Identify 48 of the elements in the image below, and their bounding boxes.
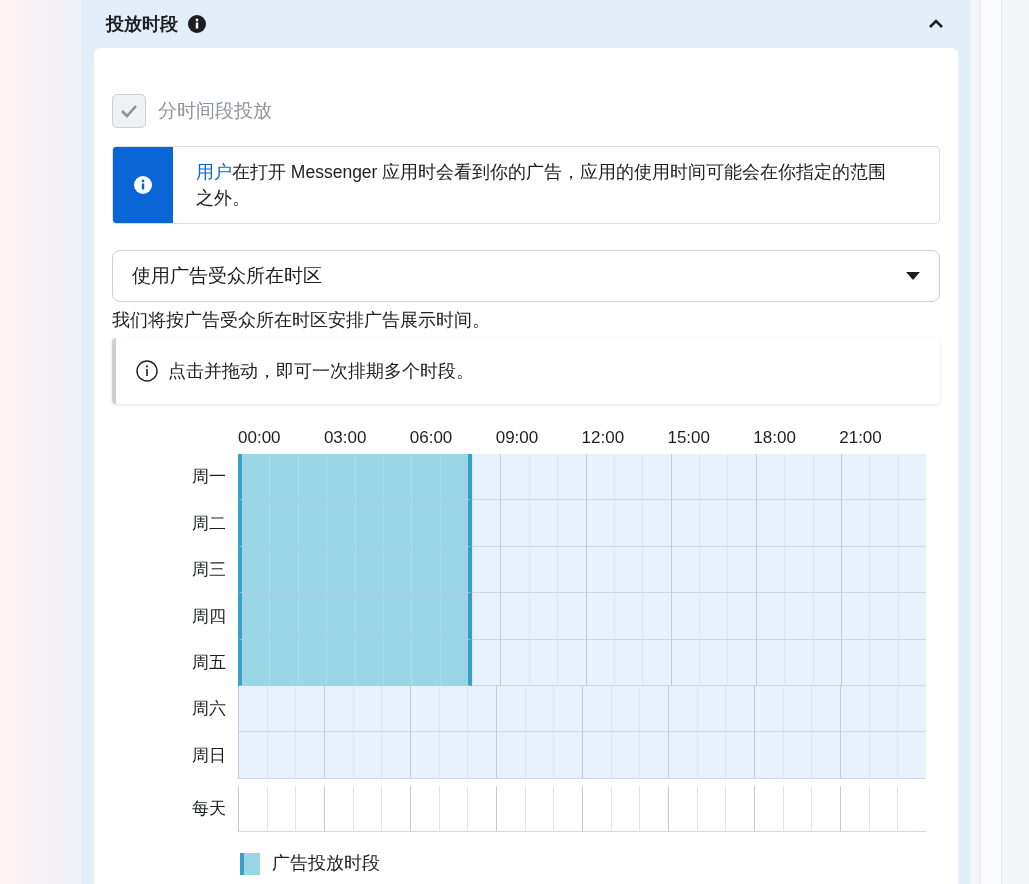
time-slot[interactable] (238, 454, 270, 501)
info-text: 用户在打开 Messenger 应用时会看到你的广告，应用的使用时间可能会在你指定的范围之外。 (195, 161, 888, 210)
time-slot[interactable] (238, 639, 270, 686)
hour-label: 12:00 (581, 428, 625, 448)
day-label: 周四 (192, 605, 226, 628)
time-slot[interactable] (238, 500, 270, 547)
section-title: 投放时段 (106, 12, 178, 36)
time-slot[interactable] (411, 639, 440, 686)
time-slot[interactable] (326, 639, 355, 686)
legend-swatch (240, 852, 260, 875)
day-label: 周五 (192, 652, 226, 674)
info-icon (134, 176, 152, 194)
info-icon (136, 360, 158, 382)
check-icon (120, 104, 138, 118)
hour-label: 00:00 (238, 428, 281, 448)
time-slot[interactable] (382, 454, 412, 501)
day-label: 每天 (192, 798, 226, 821)
legend-label: 广告投放时段 (272, 852, 380, 876)
info-icon[interactable] (188, 15, 206, 33)
day-label: 周日 (192, 744, 226, 767)
hour-label: 15:00 (667, 428, 710, 448)
time-slot[interactable] (297, 454, 327, 501)
time-slot[interactable] (269, 454, 298, 501)
time-slot[interactable] (439, 593, 472, 640)
timezone-dropdown[interactable]: 使用广告受众所在时区 (112, 250, 940, 302)
time-slot[interactable] (439, 639, 472, 686)
caret-icon (906, 272, 920, 280)
hour-label: 03:00 (323, 428, 367, 448)
day-label: 周三 (192, 559, 226, 582)
time-slot[interactable] (411, 454, 440, 501)
hour-label: 21:00 (839, 428, 882, 448)
time-slot[interactable] (326, 454, 355, 501)
timezone-note: 我们将按广告受众所在时区安排广告展示时间。 (112, 309, 491, 332)
day-label: 周二 (192, 512, 226, 535)
collapse-icon[interactable] (928, 19, 944, 29)
time-slot[interactable] (354, 454, 383, 501)
day-label: 周六 (192, 698, 226, 721)
hour-label: 09:00 (495, 428, 539, 448)
time-slot[interactable] (238, 593, 270, 640)
hour-label: 06:00 (409, 428, 453, 448)
checkbox-label: 分时间段投放 (158, 98, 272, 123)
day-label: 周一 (192, 466, 226, 489)
time-slot[interactable] (269, 639, 298, 686)
time-slot[interactable] (439, 500, 472, 547)
time-slot[interactable] (439, 454, 472, 501)
hint-text: 点击并拖动，即可一次排期多个时段。 (168, 359, 474, 383)
hour-label: 18:00 (753, 428, 796, 448)
time-slot[interactable] (238, 546, 270, 594)
